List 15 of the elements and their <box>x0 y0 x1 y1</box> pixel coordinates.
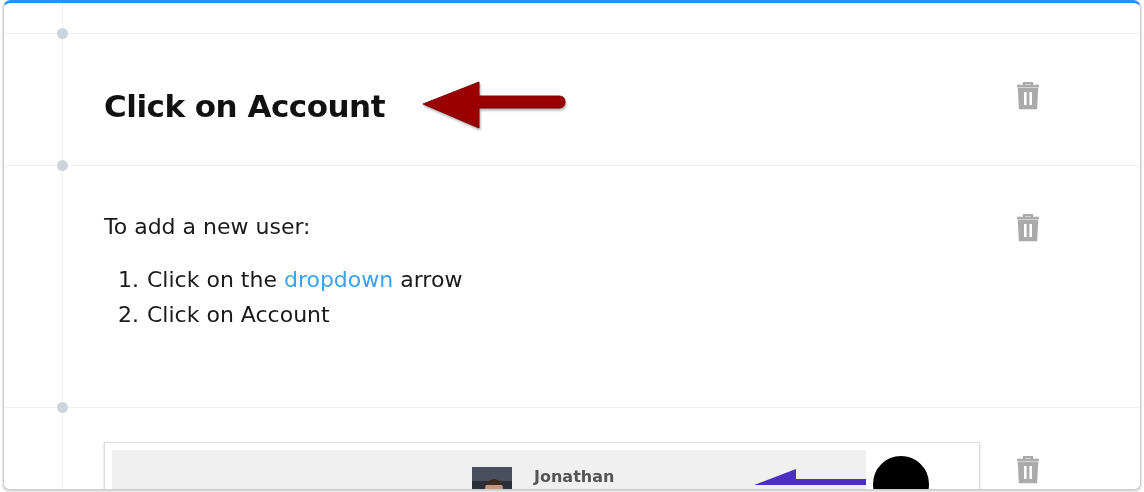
list-item-text: Click on the dropdown arrow <box>147 267 463 292</box>
arrow-icon <box>754 469 866 485</box>
user-name: Jonathan <box>534 467 615 486</box>
intro-text: To add a new user: <box>104 214 312 239</box>
list-item-text: Click on Account <box>147 302 330 327</box>
dropdown-link[interactable]: dropdown <box>283 267 394 292</box>
timeline-dot <box>57 160 68 171</box>
timeline-dot <box>57 402 68 413</box>
delete-icon[interactable] <box>1016 456 1040 484</box>
list-number: 2. <box>118 302 139 327</box>
step-title: Click on Account <box>104 88 385 124</box>
list-number: 1. <box>118 267 139 292</box>
timeline-dot <box>57 28 68 39</box>
delete-icon[interactable] <box>1016 214 1040 242</box>
delete-icon[interactable] <box>1016 82 1040 110</box>
